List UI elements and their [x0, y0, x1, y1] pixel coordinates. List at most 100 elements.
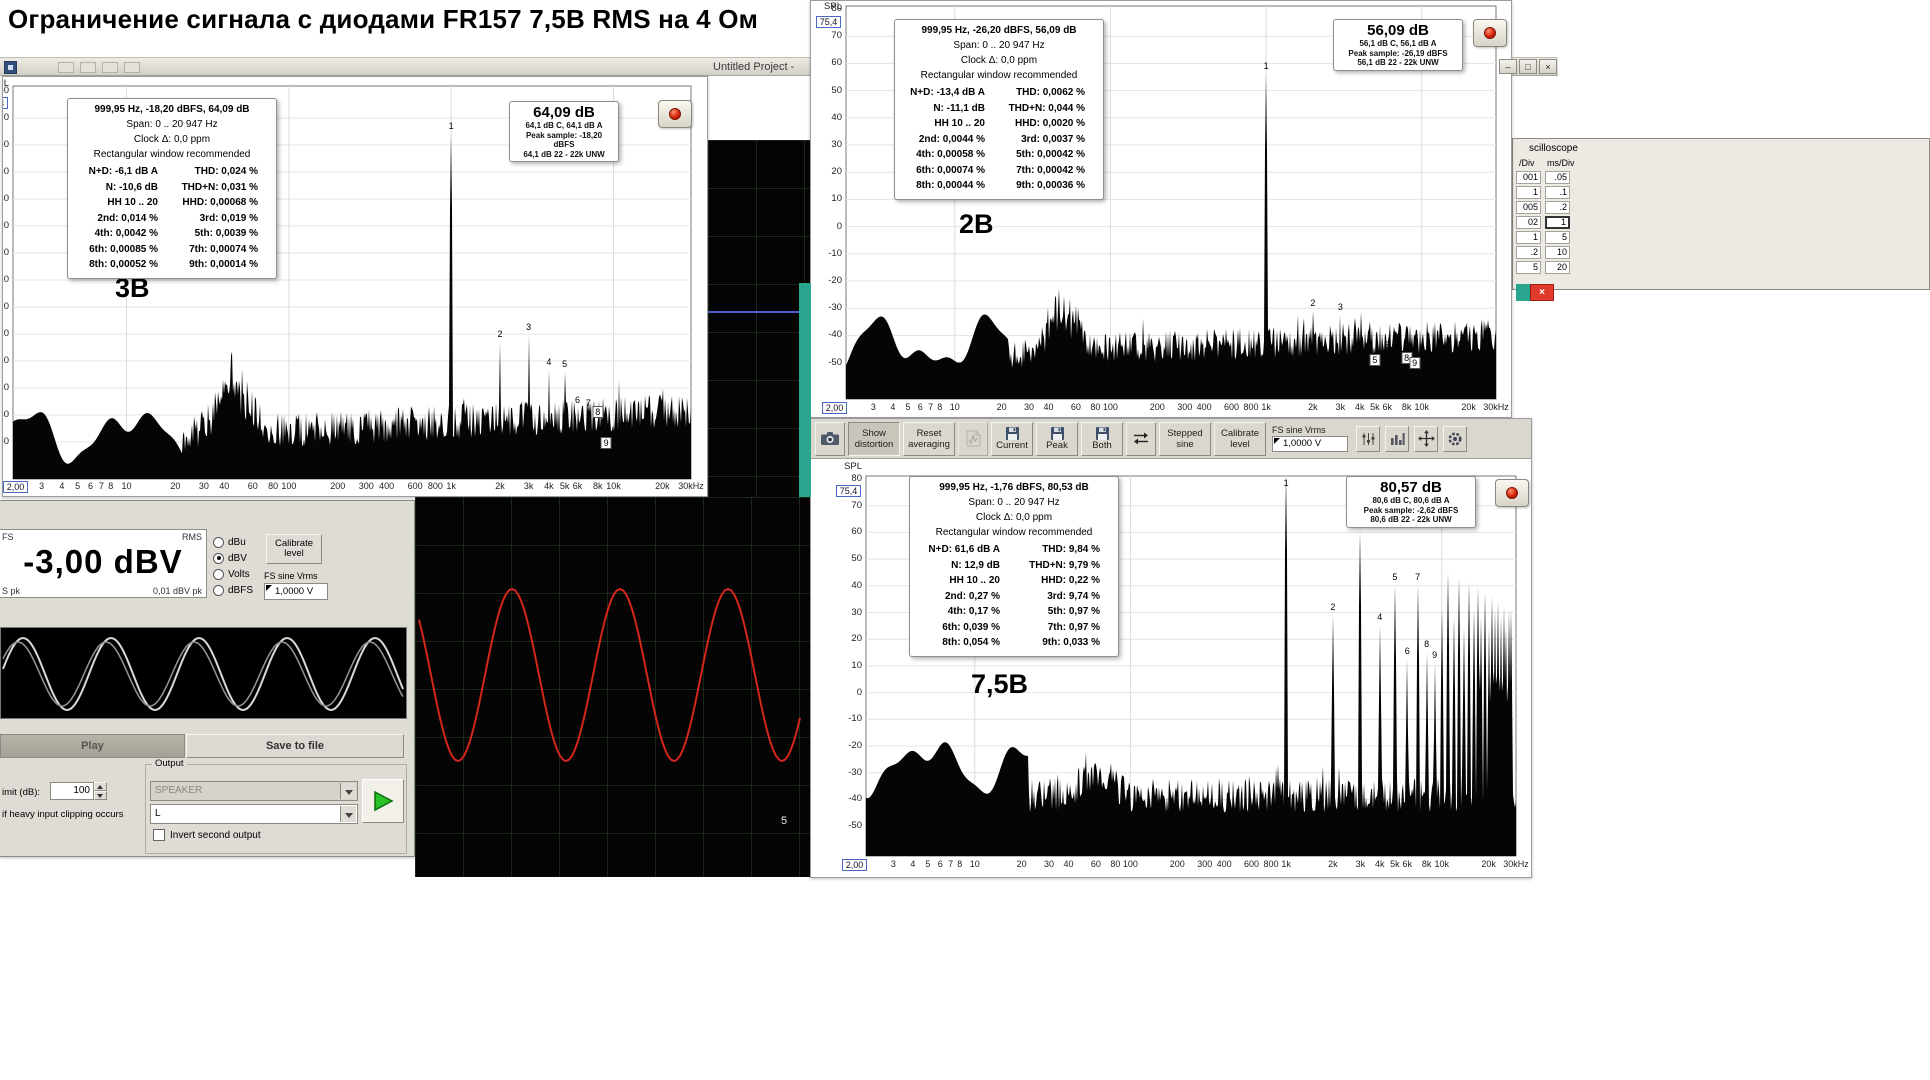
spl-axis-label: SPL — [834, 461, 862, 472]
scale-option[interactable]: 005 — [1516, 201, 1541, 214]
span-readout: Span: 0 .. 20 947 Hz — [72, 117, 272, 132]
mixer-icon[interactable] — [1356, 426, 1380, 452]
measurement-readout: 999,95 Hz, -18,20 dBFS, 64,09 dB — [72, 102, 272, 117]
button-label: Current — [996, 440, 1028, 451]
scale-option[interactable]: 1 — [1516, 231, 1541, 244]
limit-db-input[interactable]: 100 — [50, 782, 94, 800]
calibrate-level-button[interactable]: Calibrate level — [1214, 422, 1266, 456]
start-output-button[interactable] — [362, 779, 404, 823]
scale-option[interactable]: 02 — [1516, 216, 1541, 229]
minimize-button[interactable]: – — [1499, 59, 1517, 74]
output-channel-select[interactable]: L — [150, 804, 358, 824]
scale-option[interactable]: 1 — [1545, 216, 1570, 229]
harmonic-label-5: 5 — [562, 359, 567, 369]
record-button[interactable] — [1473, 19, 1507, 47]
stat-value: 9th: 0,00014 % — [172, 257, 272, 273]
stat-value: 7th: 0,97 % — [1014, 620, 1114, 636]
spl-tick: 0 — [2, 301, 9, 312]
stat-value: 9th: 0,00036 % — [999, 178, 1099, 194]
stat-value: 2nd: 0,014 % — [72, 211, 172, 227]
scale-option[interactable]: .05 — [1545, 171, 1570, 184]
save-both-button[interactable]: Both — [1081, 422, 1123, 456]
titlebar-stub — [58, 62, 74, 73]
spl-tick: 70 — [2, 112, 9, 123]
peak-level-box: 56,09 dB 56,1 dB C, 56,1 dB A Peak sampl… — [1333, 19, 1463, 71]
reset-averaging-button[interactable]: Reset averaging — [903, 422, 955, 456]
wav-file-icon[interactable] — [958, 422, 988, 456]
stat-value: N+D: 61,6 dB A — [914, 542, 1014, 558]
spinner-down-icon[interactable] — [94, 791, 107, 800]
radio-icon — [213, 553, 224, 564]
columns-icon[interactable] — [1385, 426, 1409, 452]
chevron-down-icon[interactable] — [340, 783, 356, 799]
save-current-button[interactable]: Current — [991, 422, 1033, 456]
close-window-button[interactable]: × — [1530, 284, 1554, 301]
spectrum-window-7v5: 80706050403020100-10-20-30-40-50SPL75,43… — [810, 418, 1532, 878]
clipping-note: if heavy input clipping occurs — [2, 809, 123, 820]
output-device-select[interactable]: SPEAKER — [150, 781, 358, 801]
titlebar-stub — [80, 62, 96, 73]
fs-sine-vrms-input[interactable]: 1,0000 V — [264, 583, 328, 600]
scale-option[interactable]: 1 — [1516, 186, 1541, 199]
span-readout: Span: 0 .. 20 947 Hz — [914, 495, 1114, 510]
harmonic-label-6: 6 — [1385, 340, 1390, 350]
restore-button[interactable]: □ — [1519, 59, 1537, 74]
spl-tick: -30 — [834, 767, 862, 778]
scale-option[interactable]: 20 — [1545, 261, 1570, 274]
record-button[interactable] — [1495, 479, 1529, 507]
save-to-file-button[interactable]: Save to file — [186, 734, 404, 758]
camera-icon[interactable] — [815, 422, 845, 456]
calibrate-level-button[interactable]: Calibrate level — [266, 534, 322, 564]
spl-cursor-value: 75,4 — [816, 16, 841, 28]
stat-value: 7th: 0,00042 % — [999, 163, 1099, 179]
spl-tick: -40 — [2, 409, 9, 420]
scale-option[interactable]: 5 — [1545, 231, 1570, 244]
stepped-sine-button[interactable]: Stepped sine — [1159, 422, 1211, 456]
stat-value: HHD: 0,00068 % — [172, 195, 272, 211]
stat-value: HHD: 0,22 % — [1014, 573, 1114, 589]
stat-value: 8th: 0,00044 % — [899, 178, 999, 194]
close-button[interactable]: × — [1539, 59, 1557, 74]
spl-tick: -30 — [814, 302, 842, 313]
save-peak-button[interactable]: Peak — [1036, 422, 1078, 456]
scale-row: 1.1 — [1516, 186, 1570, 199]
unit-radio-volts[interactable]: Volts — [213, 566, 253, 582]
peak-detail: 80,6 dB 22 - 22k UNW — [1352, 515, 1470, 525]
scale-option[interactable]: .1 — [1545, 186, 1570, 199]
harmonic-label-9: 9 — [601, 437, 612, 449]
oscilloscope-panel-title: scilloscope — [1529, 143, 1578, 154]
scale-option[interactable]: .2 — [1516, 246, 1541, 259]
scale-option[interactable]: 5 — [1516, 261, 1541, 274]
scale-option[interactable]: .2 — [1545, 201, 1570, 214]
stat-value: THD+N: 9,79 % — [1014, 558, 1114, 574]
unit-radio-dbu[interactable]: dBu — [213, 534, 253, 550]
loop-arrows-icon[interactable] — [1126, 422, 1156, 456]
fs-sine-vrms-input[interactable]: 1,0000 V — [1272, 436, 1348, 452]
spl-cursor-value: 75,4 — [836, 485, 861, 497]
spl-tick: 20 — [814, 166, 842, 177]
scale-option[interactable]: 10 — [1545, 246, 1570, 259]
stat-value: THD: 0,0062 % — [999, 85, 1099, 101]
stat-value: 8th: 0,054 % — [914, 635, 1014, 651]
gear-icon[interactable] — [1443, 426, 1467, 452]
span-readout: Span: 0 .. 20 947 Hz — [899, 38, 1099, 53]
spinner-up-icon[interactable] — [94, 782, 107, 791]
oscilloscope-marker: 5 — [781, 815, 787, 827]
spl-tick: 70 — [814, 30, 842, 41]
show-distortion-button[interactable]: Show distortion — [848, 422, 900, 456]
stat-value: 5th: 0,00042 % — [999, 147, 1099, 163]
scale-option[interactable]: 001 — [1516, 171, 1541, 184]
move-arrows-icon[interactable] — [1414, 426, 1438, 452]
oscilloscope-settings-panel: scilloscope /Div ms/Div 001.051.1005.202… — [1512, 138, 1930, 290]
scale-row: .2 10 — [1516, 246, 1570, 259]
oscilloscope-display[interactable]: 5 — [415, 497, 810, 877]
invert-second-output-checkbox[interactable]: Invert second output — [153, 829, 261, 841]
harmonic-label-4: 4 — [546, 357, 551, 367]
play-button[interactable]: Play — [0, 734, 185, 758]
record-button[interactable] — [658, 100, 692, 128]
stat-value: 4th: 0,17 % — [914, 604, 1014, 620]
unit-radio-dbfs[interactable]: dBFS — [213, 582, 253, 598]
unit-radio-dbv[interactable]: dBV — [213, 550, 253, 566]
peak-db-value: 80,57 dB — [1352, 479, 1470, 496]
chevron-down-icon[interactable] — [340, 806, 356, 822]
